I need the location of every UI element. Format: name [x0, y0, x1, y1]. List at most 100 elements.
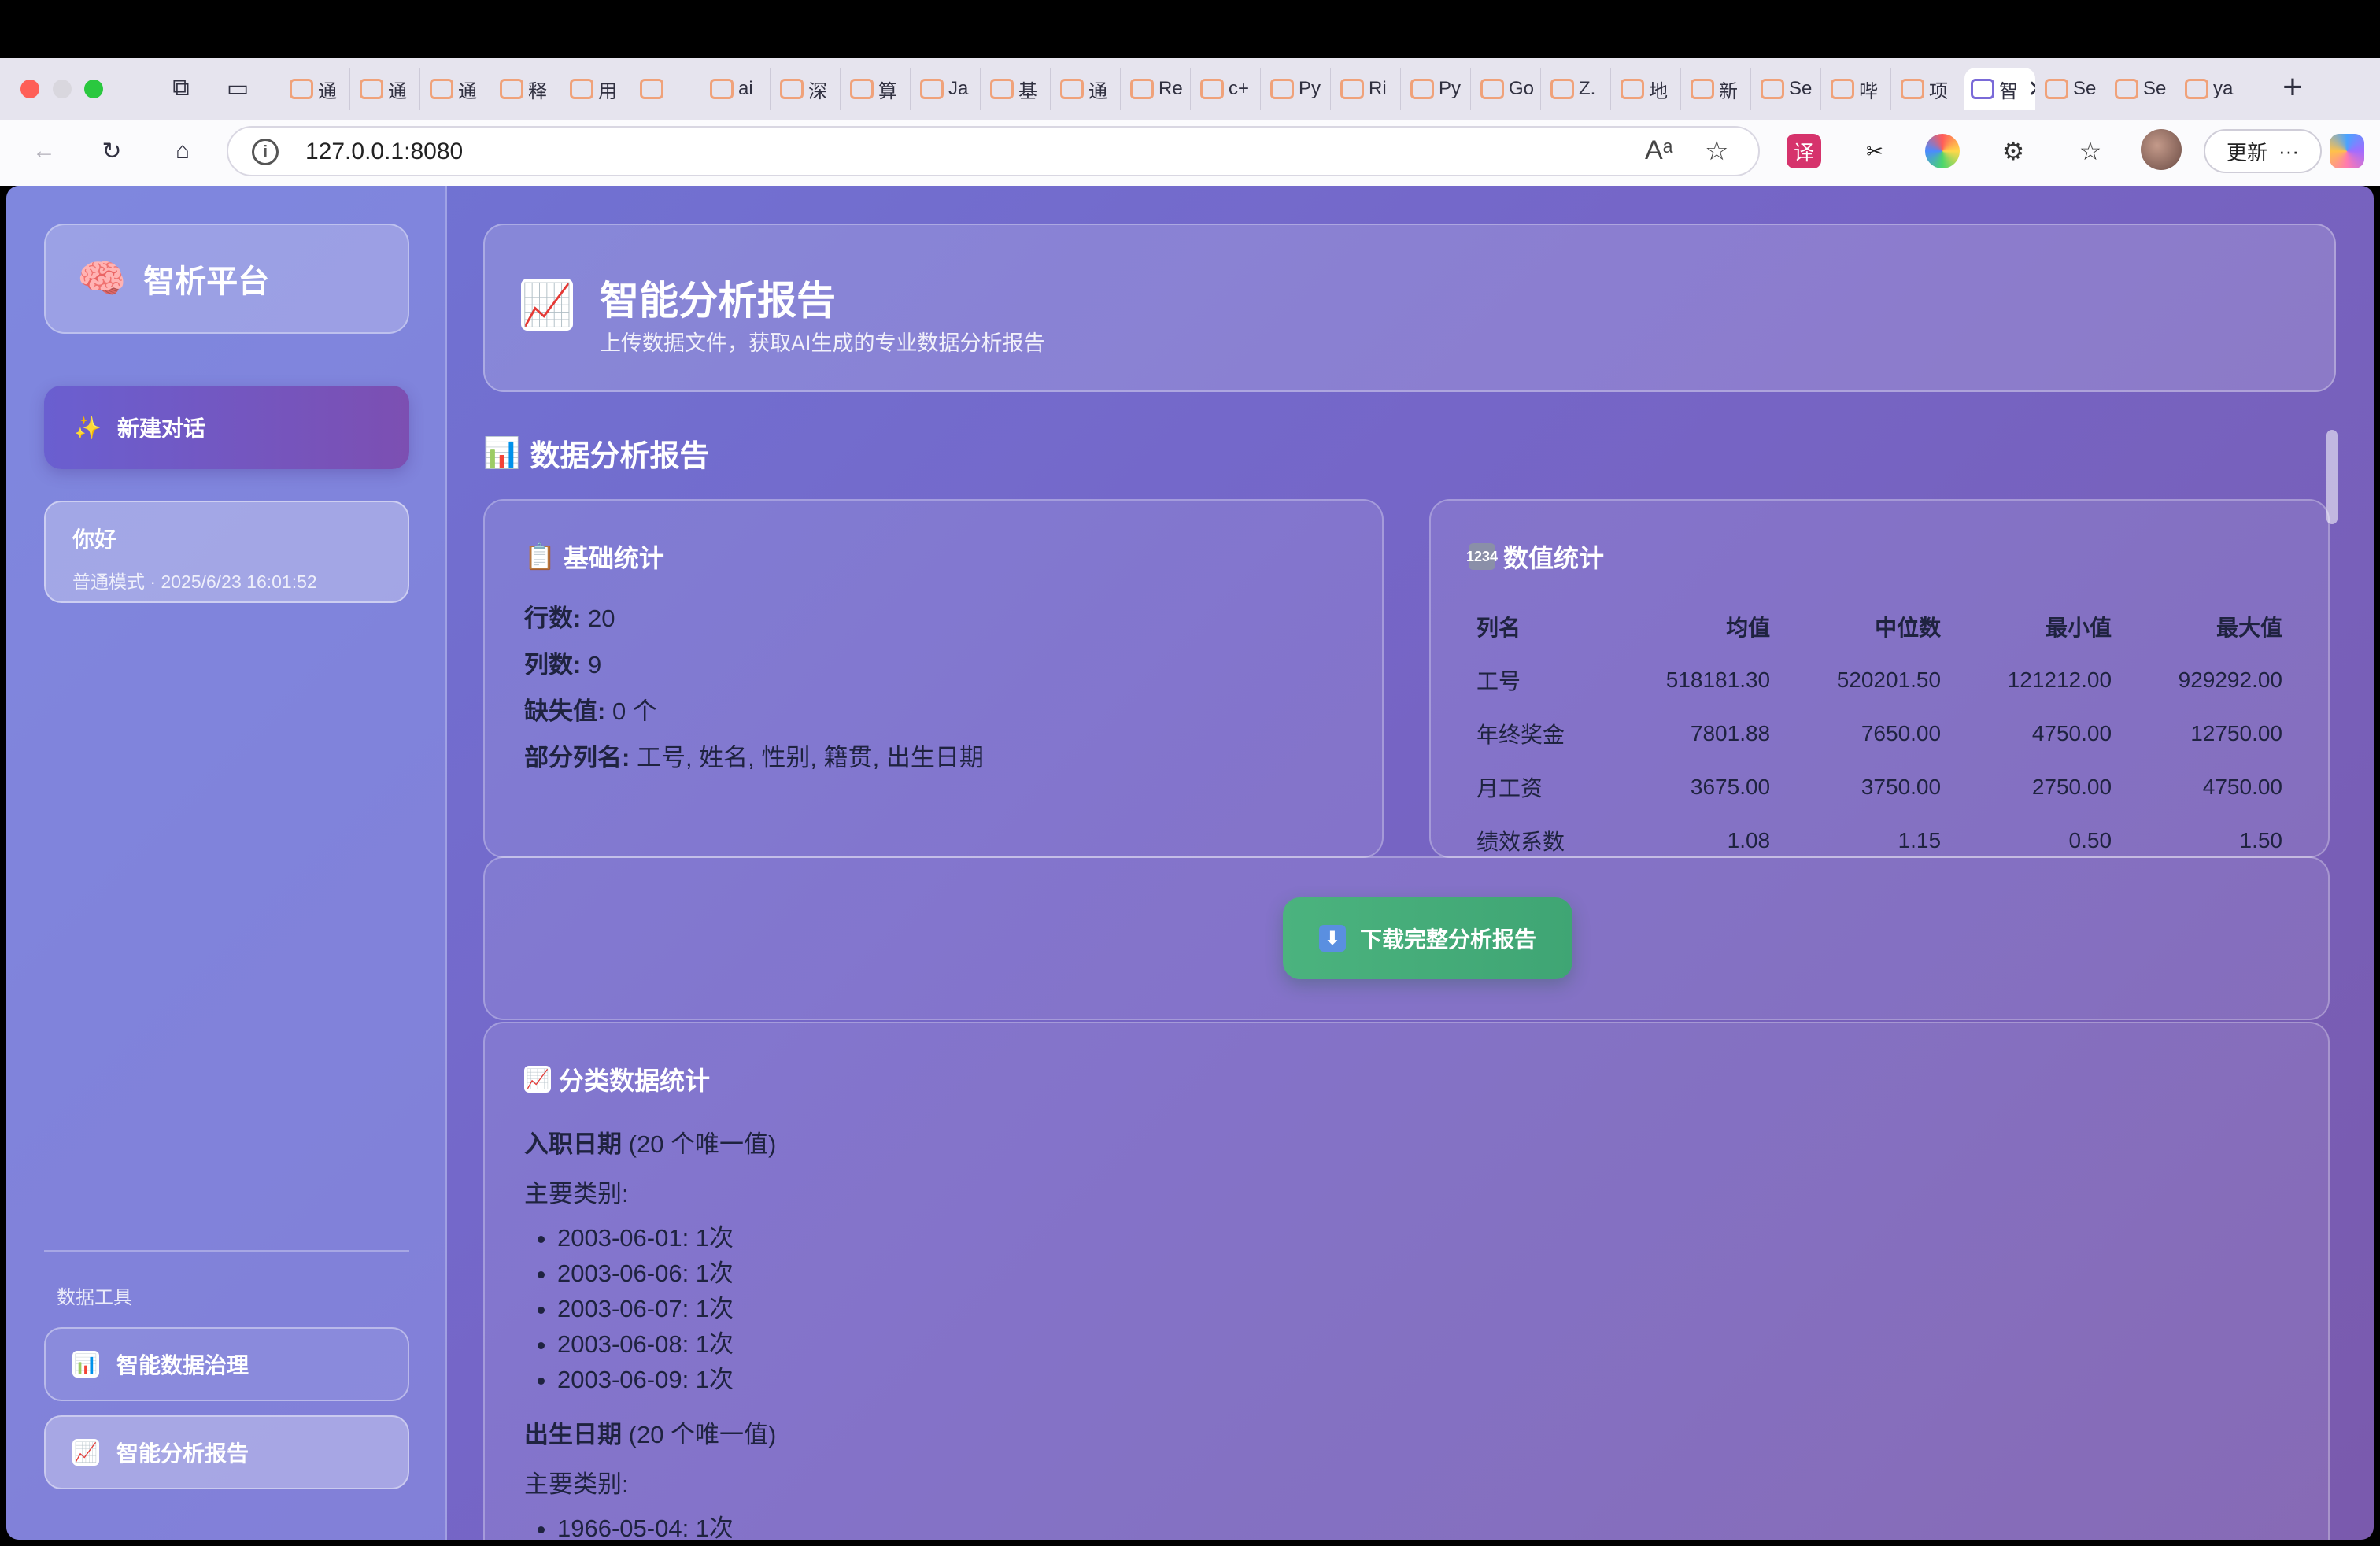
browser-tab[interactable]: Ja [914, 68, 981, 110]
column-header: 最小值 [2046, 616, 2112, 640]
brand: 🧠 智析平台 [44, 224, 409, 334]
list-item: 2003-06-01: 1次 [557, 1220, 2289, 1256]
navigation-row: ← ↻ ⌂ i 127.0.0.1:8080 Aᵃ ☆ 译 ✂ ⚙ ☆ 更新 ··… [0, 120, 2380, 186]
browser-tab[interactable]: Se [2038, 68, 2105, 110]
extensions-icon[interactable]: ⚙ [1996, 134, 2031, 168]
browser-tab[interactable]: 通 [1054, 68, 1121, 110]
tab-favicon-icon [850, 79, 874, 99]
tab-label: Ri [1369, 78, 1387, 99]
profile-avatar[interactable] [2141, 129, 2182, 170]
category-heading: 入职日期 (20 个唯一值) [524, 1124, 2289, 1160]
tab-favicon-icon [1761, 79, 1784, 99]
table-cell: 3675.00 [1690, 775, 1771, 799]
read-aloud-icon[interactable]: Aᵃ [1645, 135, 1672, 166]
tab-favicon-icon [710, 79, 734, 99]
browser-tab[interactable]: Py [1264, 68, 1331, 110]
new-tab-button[interactable]: + [2273, 68, 2312, 107]
browser-tab[interactable]: ya [2179, 68, 2245, 110]
address-bar[interactable]: i 127.0.0.1:8080 Aᵃ ☆ [227, 126, 1760, 176]
browser-tab[interactable]: Z. [1544, 68, 1611, 110]
new-chat-button[interactable]: ✨ 新建对话 [44, 386, 409, 469]
browser-tab[interactable]: Py [1404, 68, 1471, 110]
browser-tab[interactable]: 新 [1684, 68, 1751, 110]
brain-icon: 🧠 [77, 256, 127, 301]
tab-favicon-icon [1901, 79, 1924, 99]
browser-tab[interactable]: c+ [1194, 68, 1261, 110]
table-cell: 4750.00 [2202, 775, 2282, 799]
category-list: 1966-05-04: 1次 [557, 1511, 2289, 1540]
maximize-window-button[interactable] [84, 80, 103, 98]
scrollbar[interactable] [2326, 430, 2338, 524]
browser-tab[interactable]: 地 [1614, 68, 1681, 110]
back-icon[interactable]: ← [27, 134, 61, 168]
screenshot-extension-icon[interactable]: ✂ [1857, 134, 1892, 168]
update-button[interactable]: 更新 ··· [2204, 129, 2322, 173]
tab-strip: ⧉ ▭ 通通通释用ai深算Ja基通Rec+PyRiPyGoZ.地新Se哔项智✕S… [0, 58, 2380, 120]
browser-tab[interactable]: Re [1124, 68, 1191, 110]
list-item: 2003-06-06: 1次 [557, 1256, 2289, 1291]
tab-favicon-icon [1060, 79, 1084, 99]
site-info-icon[interactable]: i [252, 139, 279, 165]
tool-analysis-report[interactable]: 📈 智能分析报告 [44, 1415, 409, 1489]
close-window-button[interactable] [20, 80, 39, 98]
browser-tab[interactable]: Go [1474, 68, 1541, 110]
app-window: 🧠 智析平台 ✨ 新建对话 你好 普通模式 · 2025/6/23 16:01:… [6, 186, 2374, 1540]
close-tab-icon[interactable]: ✕ [2027, 76, 2035, 103]
category-count: (20 个唯一值) [628, 1421, 777, 1448]
conversation-meta: 普通模式 · 2025/6/23 16:01:52 [72, 571, 317, 592]
tab-favicon-icon [2115, 79, 2138, 99]
browser-tab[interactable]: Se [1754, 68, 1821, 110]
tool-data-governance[interactable]: 📊 智能数据治理 [44, 1327, 409, 1401]
tab-label: Se [1789, 78, 1813, 99]
browser-tab[interactable]: 释 [493, 68, 560, 110]
categorical-stats-label: 分类数据统计 [559, 1067, 711, 1095]
favorites-icon[interactable]: ☆ [2073, 134, 2108, 168]
address-url[interactable]: 127.0.0.1:8080 [305, 139, 463, 165]
browser-tab[interactable]: Se [2108, 68, 2175, 110]
conversation-item[interactable]: 你好 普通模式 · 2025/6/23 16:01:52 [44, 501, 409, 603]
color-extension-icon[interactable] [1925, 134, 1960, 168]
browser-tab[interactable]: 通 [423, 68, 490, 110]
download-report-button[interactable]: ⬇ 下载完整分析报告 [1283, 897, 1572, 979]
tab-favicon-icon [500, 79, 523, 99]
rows-value: 20 [587, 605, 615, 632]
browser-tab[interactable]: 算 [844, 68, 911, 110]
page-subtitle: 上传数据文件，获取AI生成的专业数据分析报告 [600, 331, 1045, 355]
table-cell: 4750.00 [2031, 721, 2112, 745]
browser-tab[interactable]: 通 [283, 68, 350, 110]
update-label: 更新 [2227, 140, 2268, 165]
home-icon[interactable]: ⌂ [165, 134, 200, 168]
browser-tab[interactable]: 项 [1894, 68, 1961, 110]
reload-icon[interactable]: ↻ [94, 134, 129, 168]
tab-label: 智 [1999, 80, 2018, 102]
browser-tab[interactable]: 基 [984, 68, 1051, 110]
browser-tab[interactable]: Ri [1334, 68, 1401, 110]
table-cell: 2750.00 [2031, 775, 2112, 799]
workspaces-icon[interactable]: ⧉ [164, 71, 198, 105]
tab-favicon-icon [990, 79, 1014, 99]
report-section-title: 📊 数据分析报告 [483, 431, 709, 475]
browser-tab[interactable]: 智✕ [1964, 68, 2035, 110]
minimize-window-button[interactable] [53, 80, 72, 98]
browser-tab[interactable]: ai [704, 68, 771, 110]
tab-favicon-icon [1200, 79, 1224, 99]
tab-label: 项 [1929, 80, 1948, 102]
tab-label: ai [738, 78, 753, 99]
basic-stats-label: 基础统计 [563, 544, 664, 572]
categorical-stats-title: 📈 分类数据统计 [524, 1061, 2289, 1097]
tab-favicon-icon [1971, 79, 1994, 99]
tab-favicon-icon [290, 79, 313, 99]
browser-tab[interactable]: 用 [564, 68, 630, 110]
categorical-stats-card: 📈 分类数据统计 入职日期 (20 个唯一值) 主要类别: 2003-06-01… [483, 1022, 2330, 1540]
favorite-star-icon[interactable]: ☆ [1705, 135, 1728, 167]
browser-tab[interactable]: 哔 [1824, 68, 1891, 110]
browser-tab[interactable]: 深 [774, 68, 841, 110]
tab-actions-icon[interactable]: ▭ [220, 71, 255, 105]
copilot-icon[interactable] [2330, 134, 2364, 168]
translate-extension-icon[interactable]: 译 [1787, 134, 1821, 168]
report-section-label: 数据分析报告 [530, 440, 710, 473]
table-row: 月工资 3675.00 3750.00 2750.00 4750.00 [1469, 760, 2295, 814]
columns-label: 部分列名: [524, 744, 630, 771]
browser-tab[interactable] [634, 68, 700, 110]
browser-tab[interactable]: 通 [353, 68, 420, 110]
